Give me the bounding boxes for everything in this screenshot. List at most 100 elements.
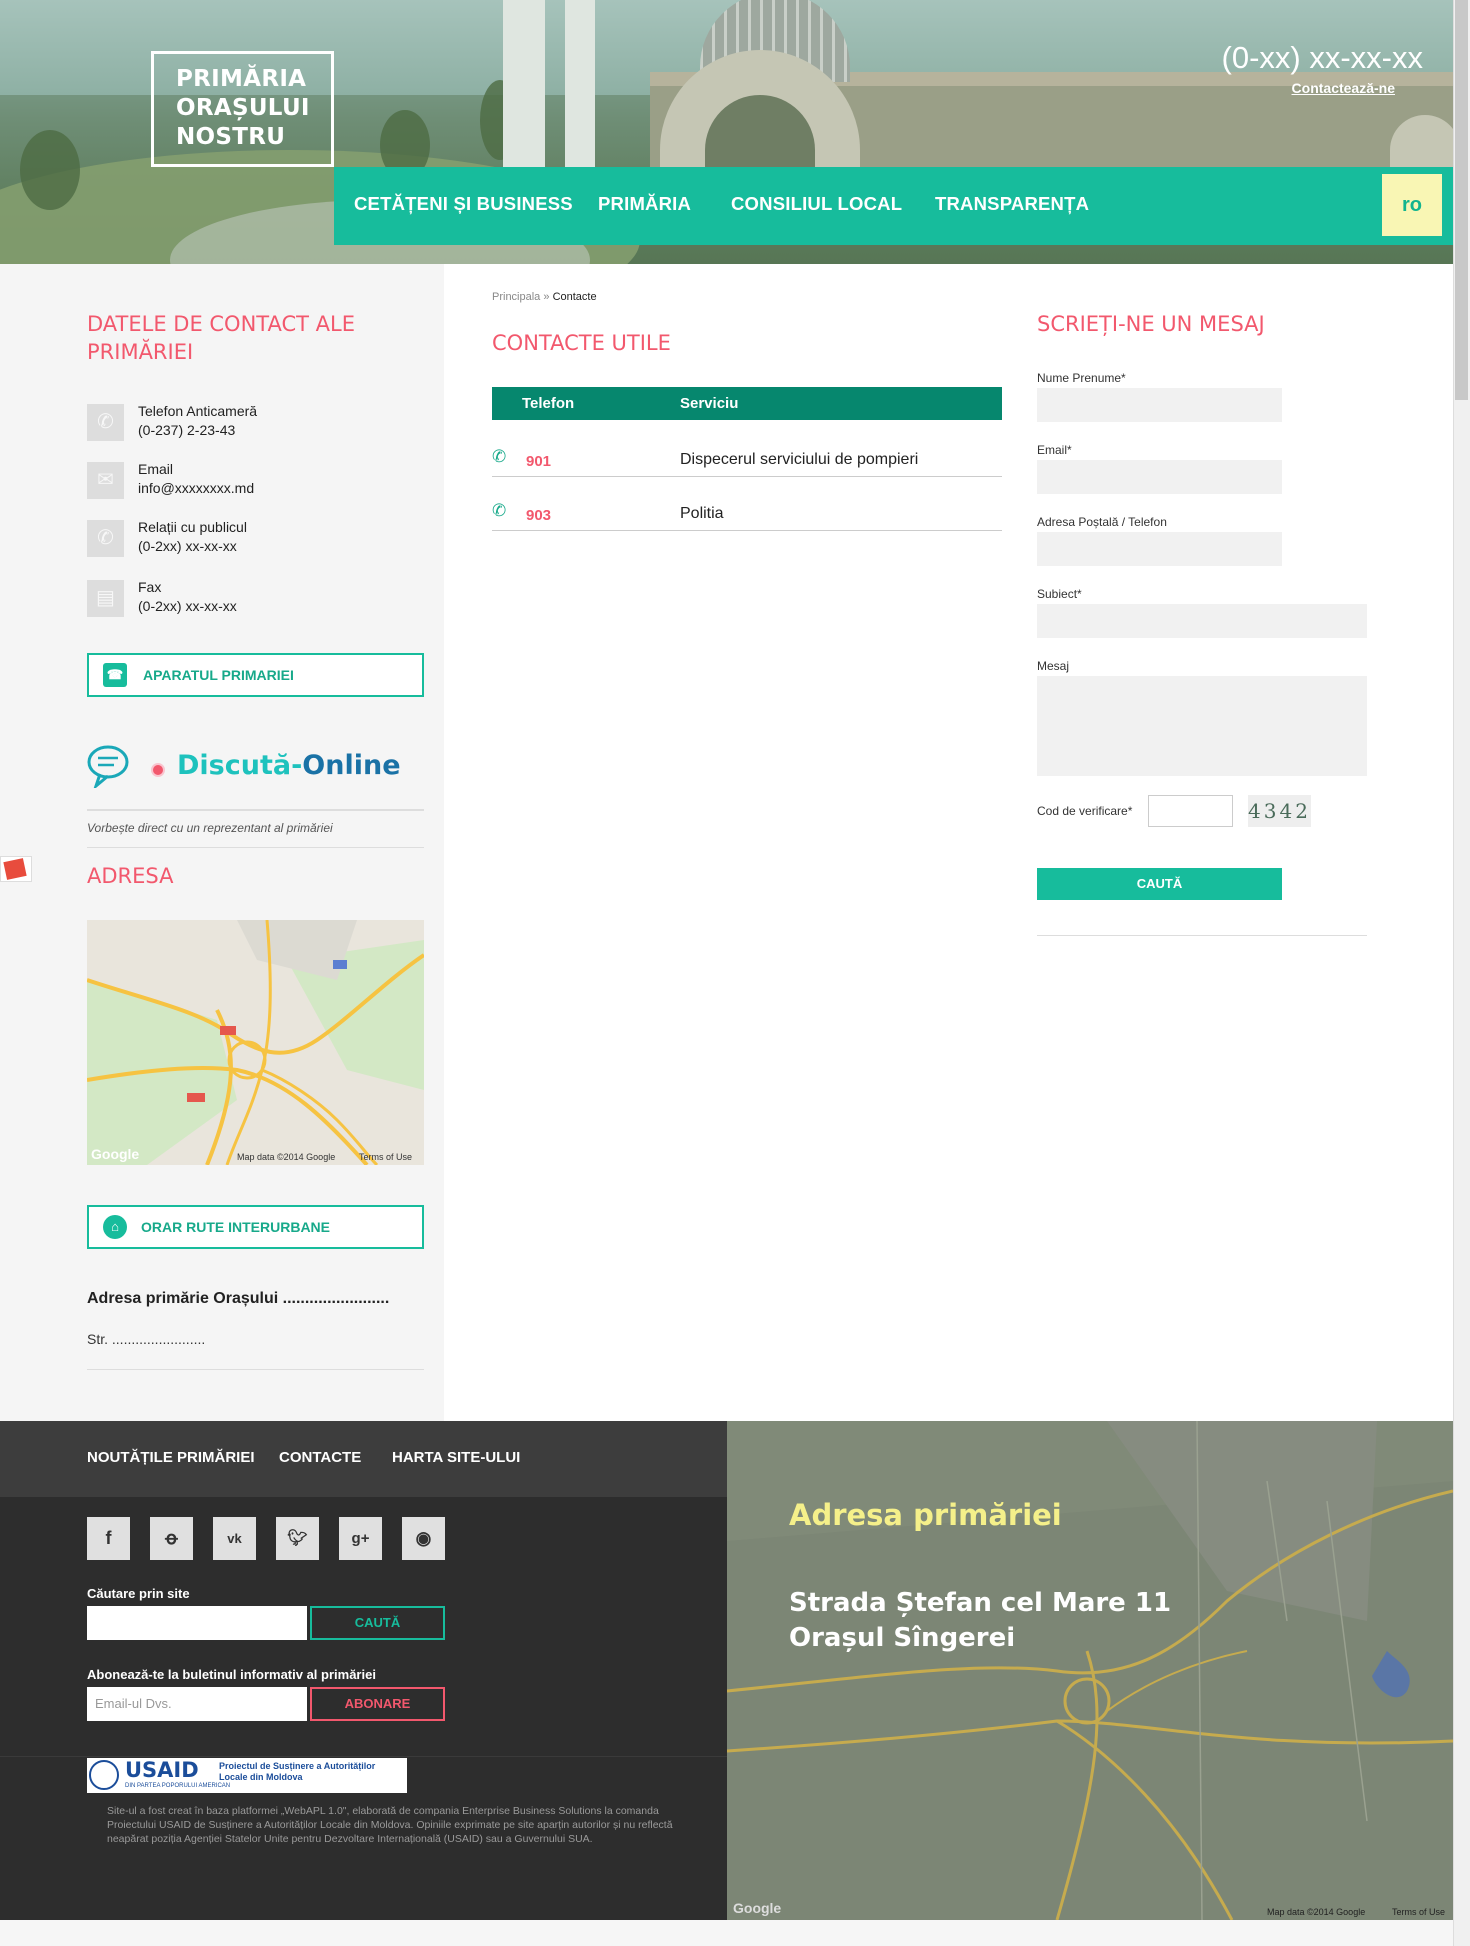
nav-item-primaria[interactable]: PRIMĂRIA xyxy=(598,193,691,215)
usaid-seal-icon xyxy=(89,1760,119,1790)
breadcrumb-separator: » xyxy=(543,291,550,303)
header-phone: (0-xx) xx-xx-xx xyxy=(1221,40,1423,75)
odnoklassniki-icon[interactable]: ꝋ xyxy=(150,1517,193,1560)
footer-disclaimer: Site-ul a fost creat în baza platformei … xyxy=(107,1805,673,1845)
contact-value: (0-2xx) xx-xx-xx xyxy=(138,598,237,614)
map-roads: Google Map data ©2014 Google Terms of Us… xyxy=(87,920,424,1165)
map-terms-link[interactable]: Terms of Use xyxy=(359,1152,412,1162)
footer-map-roads: Google Map data ©2014 Google Terms of Us… xyxy=(727,1421,1453,1920)
floating-widget[interactable] xyxy=(0,856,32,882)
contact-item-phone: ✆ Telefon Anticameră (0-237) 2-23-43 xyxy=(87,402,367,444)
aparatul-primariei-button[interactable]: ☎ APARATUL PRIMARIEI xyxy=(87,653,424,697)
map-logo: Google xyxy=(91,1146,139,1162)
footer-address-line1: Strada Ștefan cel Mare 11 xyxy=(789,1588,1172,1618)
page-title: CONTACTE UTILE xyxy=(492,331,671,355)
footer-address-line2: Orașul Sîngerei xyxy=(789,1623,1016,1653)
footer-search-button[interactable]: CAUTĂ xyxy=(310,1606,445,1640)
label-subject: Subiect* xyxy=(1037,587,1082,601)
online-text-part2: Online xyxy=(302,750,401,781)
map-credit: Map data ©2014 Google xyxy=(1267,1907,1365,1917)
contact-value[interactable]: info@xxxxxxxx.md xyxy=(138,479,254,498)
contact-text: Relații cu publicul (0-2xx) xx-xx-xx xyxy=(138,518,247,556)
name-field[interactable] xyxy=(1037,388,1282,422)
facebook-icon[interactable]: f xyxy=(87,1517,130,1560)
map-credit: Map data ©2014 Google xyxy=(237,1152,335,1162)
captcha-input[interactable] xyxy=(1148,795,1233,827)
logo-line: ORAȘULUI xyxy=(176,95,310,121)
table-row: ✆ 903 Politia xyxy=(492,501,1002,531)
label-name: Nume Prenume* xyxy=(1037,371,1126,385)
nav-item-transparenta[interactable]: TRANSPARENȚA xyxy=(935,193,1089,215)
primarie-address-street: Str. ........................ xyxy=(87,1331,206,1347)
banner-pillar xyxy=(565,0,595,180)
usaid-logo[interactable]: USAID DIN PARTEA POPORULUI AMERICAN Proi… xyxy=(87,1758,407,1793)
nav-item-consiliul[interactable]: CONSILIUL LOCAL xyxy=(731,193,902,215)
contact-label: Relații cu publicul xyxy=(138,519,247,535)
label-message: Mesaj xyxy=(1037,659,1070,673)
nav-item-cetateni[interactable]: CETĂȚENI ȘI BUSINESS xyxy=(354,193,573,215)
address-map[interactable]: Google Map data ©2014 Google Terms of Us… xyxy=(87,920,424,1165)
label-email: Email* xyxy=(1037,443,1072,457)
rss-icon[interactable]: ◉ xyxy=(402,1517,445,1560)
usaid-wordmark: USAID xyxy=(125,1758,199,1782)
label-captcha: Cod de verificare* xyxy=(1037,804,1133,818)
newsletter-subscribe-button[interactable]: ABONARE xyxy=(310,1687,445,1721)
contact-text: Email info@xxxxxxxx.md xyxy=(138,460,254,498)
breadcrumb-current: Contacte xyxy=(552,291,597,303)
divider xyxy=(0,1756,727,1757)
phone-number[interactable]: 903 xyxy=(526,507,551,524)
scrollbar-thumb[interactable] xyxy=(1455,0,1468,400)
primarie-address-title: Adresa primărie Orașului ...............… xyxy=(87,1290,390,1307)
contact-item-public: ✆ Relații cu publicul (0-2xx) xx-xx-xx xyxy=(87,518,367,560)
online-subtitle: Vorbește direct cu un reprezentant al pr… xyxy=(87,821,333,835)
site-logo[interactable]: PRIMĂRIA ORAȘULUI NOSTRU xyxy=(151,51,334,167)
phone-icon: ✆ xyxy=(492,447,507,466)
message-textarea[interactable] xyxy=(1037,676,1367,776)
main-nav: CETĂȚENI ȘI BUSINESS PRIMĂRIA CONSILIUL … xyxy=(334,167,1453,245)
language-switch[interactable]: ro xyxy=(1382,174,1442,236)
adresa-title: ADRESA xyxy=(87,864,174,888)
label-address: Adresa Poștală / Telefon xyxy=(1037,515,1167,529)
email-field[interactable] xyxy=(1037,460,1282,494)
phone-number[interactable]: 901 xyxy=(526,453,551,470)
contacts-table-header: Telefon Serviciu xyxy=(492,387,1002,420)
column-header-telefon: Telefon xyxy=(522,395,575,412)
breadcrumb-home[interactable]: Principala xyxy=(492,291,540,303)
divider xyxy=(87,809,424,811)
map-logo: Google xyxy=(733,1900,781,1916)
project-name: Proiectul de Susținere a Autorităților L… xyxy=(219,1761,376,1782)
contact-value: (0-2xx) xx-xx-xx xyxy=(138,538,237,554)
phone-icon: ✆ xyxy=(87,520,124,557)
submit-button[interactable]: CAUTĂ xyxy=(1037,868,1282,900)
address-field[interactable] xyxy=(1037,532,1282,566)
service-name: Politia xyxy=(680,505,724,522)
footer-search-input[interactable] xyxy=(87,1606,307,1640)
contact-label: Telefon Anticameră xyxy=(138,403,258,419)
button-label: APARATUL PRIMARIEI xyxy=(143,667,294,683)
discuta-online-link[interactable]: Discută-Online xyxy=(177,750,401,781)
footer-link-contacte[interactable]: CONTACTE xyxy=(279,1449,361,1466)
footer-map[interactable]: Google Map data ©2014 Google Terms of Us… xyxy=(727,1421,1453,1920)
twitter-icon[interactable]: 🐦︎ xyxy=(276,1517,319,1560)
page: PRIMĂRIA ORAȘULUI NOSTRU (0-xx) xx-xx-xx… xyxy=(0,0,1453,1946)
footer-link-harta[interactable]: HARTA SITE-ULUI xyxy=(392,1449,520,1466)
content-area xyxy=(444,264,1453,1421)
contact-text: Fax (0-2xx) xx-xx-xx xyxy=(138,578,237,616)
contact-section-title: DATELE DE CONTACT ALE PRIMĂRIEI xyxy=(87,312,355,364)
fax-icon: ▤ xyxy=(87,580,124,617)
contact-link[interactable]: Contactează-ne xyxy=(1292,80,1395,96)
column-header-serviciu: Serviciu xyxy=(680,395,739,412)
contact-item-fax: ▤ Fax (0-2xx) xx-xx-xx xyxy=(87,578,367,620)
vk-icon[interactable]: vk xyxy=(213,1517,256,1560)
divider xyxy=(87,1369,424,1370)
subject-field[interactable] xyxy=(1037,604,1367,638)
captcha-image: 4342 xyxy=(1248,795,1311,827)
orar-rute-button[interactable]: ⌂ ORAR RUTE INTERURBANE xyxy=(87,1205,424,1249)
chat-bubble-icon[interactable] xyxy=(86,744,132,788)
newsletter-email-input[interactable]: Email-ul Dvs. xyxy=(87,1687,307,1721)
banner-tree xyxy=(20,130,80,210)
footer-link-noutati[interactable]: NOUTĂȚILE PRIMĂRIEI xyxy=(87,1449,255,1466)
google-plus-icon[interactable]: g+ xyxy=(339,1517,382,1560)
map-terms-link[interactable]: Terms of Use xyxy=(1392,1907,1445,1917)
contact-label: Email xyxy=(138,461,174,477)
